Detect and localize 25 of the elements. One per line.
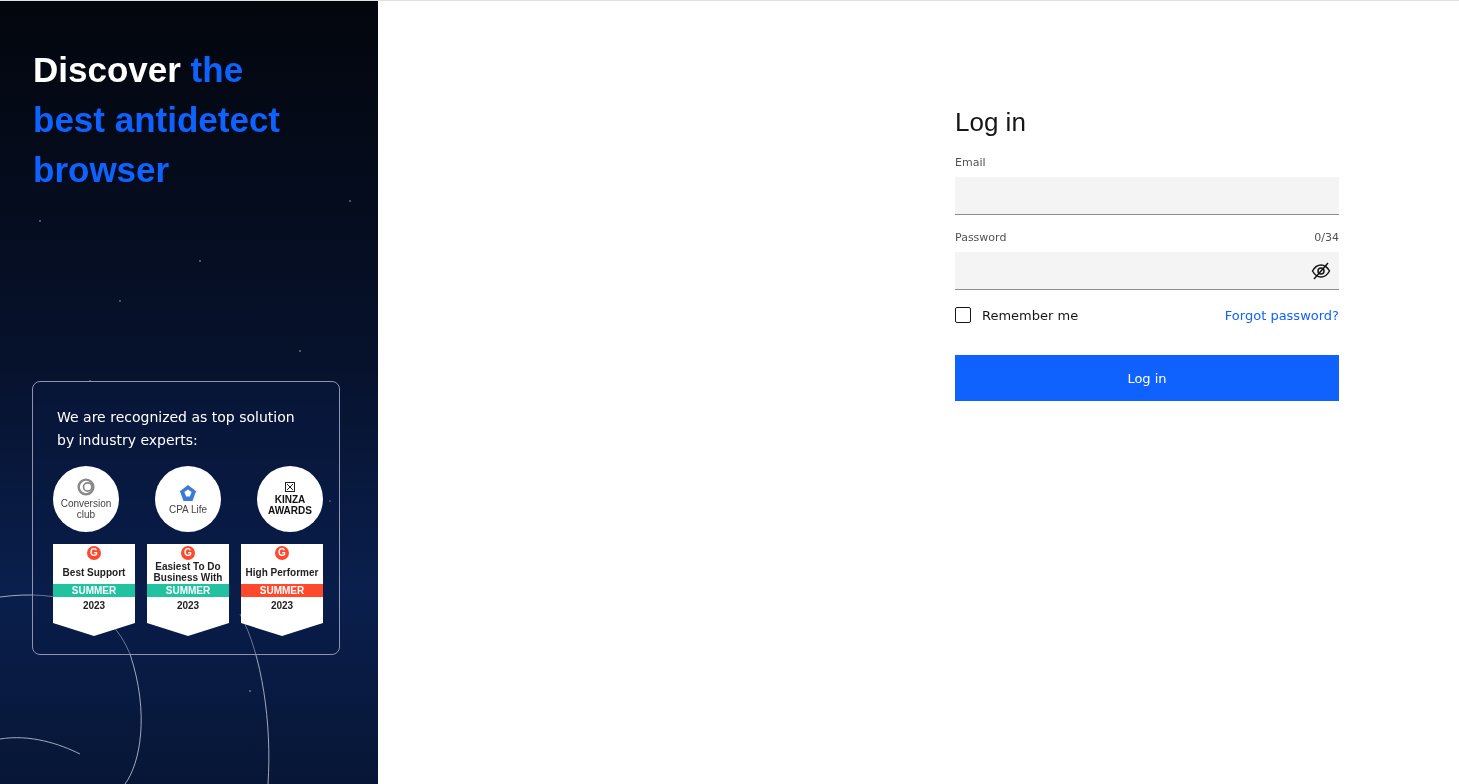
recognition-text: We are recognized as top solution by industry experts: [57, 408, 296, 450]
forgot-password-link[interactable]: Forgot password? [1224, 307, 1339, 323]
email-field[interactable] [955, 177, 1339, 215]
password-field[interactable] [955, 252, 1339, 290]
hidden-eye-icon[interactable] [1311, 260, 1331, 281]
remember-checkbox[interactable] [955, 307, 971, 323]
award-badge: G Best Support SUMMER 2023 [53, 544, 135, 636]
promo-headline: Discover the best antidetect browser [33, 49, 281, 191]
form-title: Log in [955, 107, 1027, 138]
badge-ribbon: SUMMER [241, 584, 323, 597]
award-logo: CPA Life [155, 466, 221, 532]
character-counter: 0/34 [1314, 231, 1339, 244]
g2-mark: G [275, 546, 289, 560]
password-label: Password [955, 231, 1007, 244]
login-button[interactable]: Log in [955, 355, 1339, 401]
award-badge: G Easiest To Do Business With SUMMER 2023 [147, 544, 229, 636]
email-label: Email [955, 156, 987, 169]
badge-ribbon: SUMMER [147, 584, 229, 597]
award-badge: G High Performer SUMMER 2023 [241, 544, 323, 636]
award-logo: KINZA AWARDS [257, 466, 323, 532]
remember-label: Remember me [982, 307, 1079, 323]
badge-ribbon: SUMMER [53, 584, 135, 597]
award-logo: Conversion club [53, 466, 119, 532]
g2-mark: G [87, 546, 101, 560]
g2-mark: G [181, 546, 195, 560]
